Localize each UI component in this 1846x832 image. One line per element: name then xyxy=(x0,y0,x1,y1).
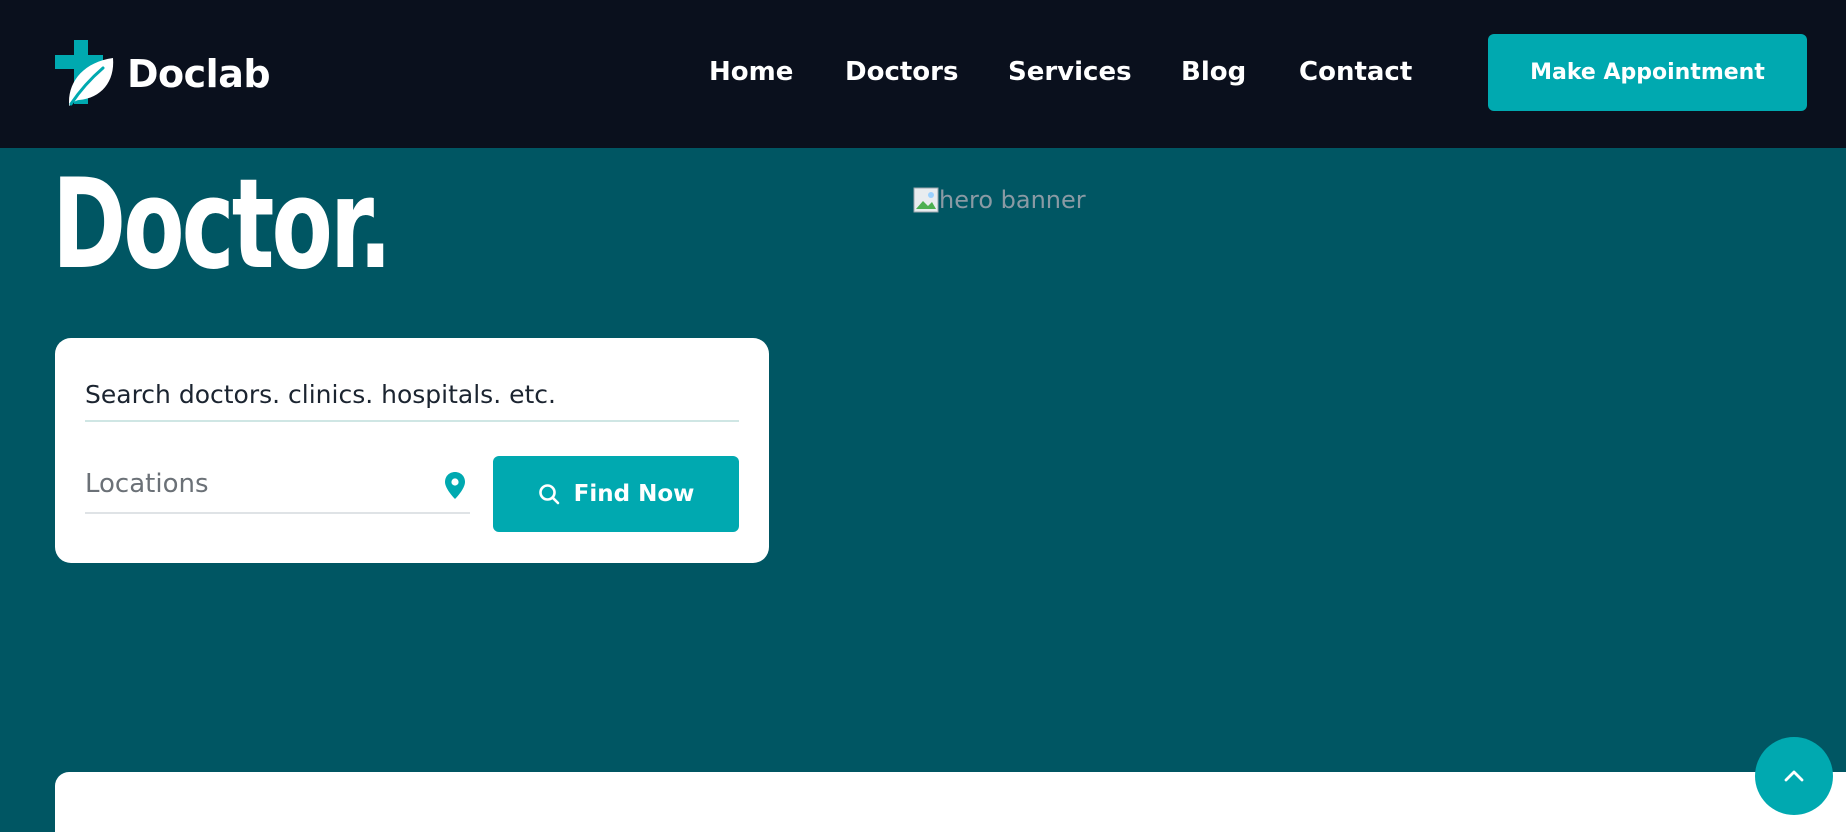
hero-banner-alt-text: hero banner xyxy=(939,186,1086,214)
broken-image-icon xyxy=(913,187,939,213)
nav-home[interactable]: Home xyxy=(709,52,793,92)
find-now-label: Find Now xyxy=(573,481,695,507)
search-icon xyxy=(538,484,559,505)
find-now-button[interactable]: Find Now xyxy=(493,456,739,532)
site-header: Doclab Home Doctors Services Blog Contac… xyxy=(0,0,1846,148)
search-input[interactable] xyxy=(85,368,739,422)
nav-services[interactable]: Services xyxy=(1008,52,1132,92)
map-pin-icon xyxy=(444,472,466,500)
make-appointment-button[interactable]: Make Appointment xyxy=(1488,34,1807,111)
location-input[interactable] xyxy=(85,456,425,512)
search-card: Find Now xyxy=(55,338,769,563)
scroll-to-top-button[interactable] xyxy=(1755,737,1833,815)
bottom-panel xyxy=(55,772,1846,832)
hero-banner-image: hero banner xyxy=(913,186,1086,214)
nav-contact[interactable]: Contact xyxy=(1299,52,1412,92)
chevron-up-icon xyxy=(1784,770,1804,782)
hero-title: Doctor. xyxy=(52,153,392,297)
location-field xyxy=(85,456,470,514)
nav-blog[interactable]: Blog xyxy=(1181,52,1246,92)
nav-doctors[interactable]: Doctors xyxy=(845,52,958,92)
